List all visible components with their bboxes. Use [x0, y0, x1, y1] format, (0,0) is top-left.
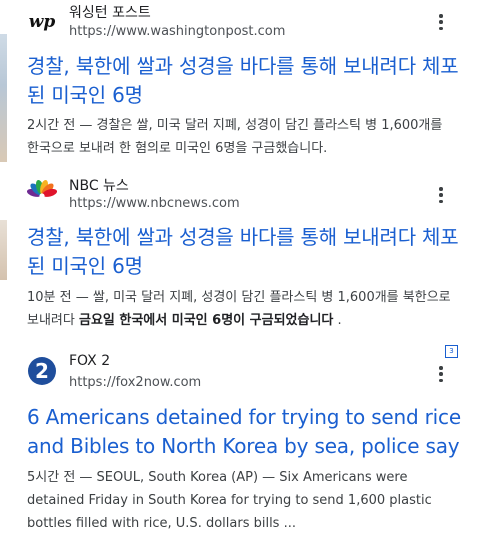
result-1-more-icon[interactable] [434, 12, 448, 32]
wp-logo-text: wp [29, 12, 56, 32]
search-result-2: NBC 뉴스 https://www.nbcnews.com 경찰, 북한에 쌀… [0, 170, 480, 340]
result-2-more-icon[interactable] [434, 185, 448, 205]
result-3-more-icon[interactable] [434, 364, 448, 384]
result-3-url[interactable]: https://fox2now.com [69, 375, 201, 390]
search-result-3: 2 FOX 2 https://fox2now.com 6 Americans … [0, 340, 480, 548]
nbc-peacock-logo-icon [26, 177, 58, 207]
result-2-snippet-bold: 금요일 한국에서 미국인 6명이 구금되었습니다 [78, 313, 334, 328]
result-3-snippet: 5시간 전 — SEOUL, South Korea (AP) — Six Am… [27, 470, 432, 531]
result-2-title[interactable]: 경찰, 북한에 쌀과 성경을 바다를 통해 보내려다 체포된 미국인 6명 [27, 223, 467, 281]
result-1-snippet: 2시간 전 — 경찰은 쌀, 미국 달러 지폐, 성경이 담긴 플라스틱 병 1… [27, 118, 443, 156]
result-1-title[interactable]: 경찰, 북한에 쌀과 성경을 바다를 통해 보내려다 체포된 미국인 6명 [27, 52, 467, 110]
result-1-site-name[interactable]: 워싱턴 포스트 [69, 2, 151, 22]
result-2-snippet: 10분 전 — 쌀, 미국 달러 지폐, 성경이 담긴 플라스틱 병 1,600… [27, 286, 457, 332]
fox2-logo-icon: 2 [27, 356, 57, 386]
result-2-site-name[interactable]: NBC 뉴스 [69, 175, 129, 195]
result-2-snippet-end: . [333, 313, 342, 328]
fox2-logo-text: 2 [35, 359, 49, 383]
result-1-url[interactable]: https://www.washingtonpost.com [69, 24, 285, 39]
search-result-1: wp 워싱턴 포스트 https://www.washingtonpost.co… [0, 0, 480, 170]
result-3-site-name[interactable]: FOX 2 [69, 353, 110, 369]
result-2-url[interactable]: https://www.nbcnews.com [69, 196, 240, 211]
result-3-title[interactable]: 6 Americans detained for trying to send … [27, 403, 467, 461]
washington-post-logo-icon: wp [27, 6, 57, 36]
